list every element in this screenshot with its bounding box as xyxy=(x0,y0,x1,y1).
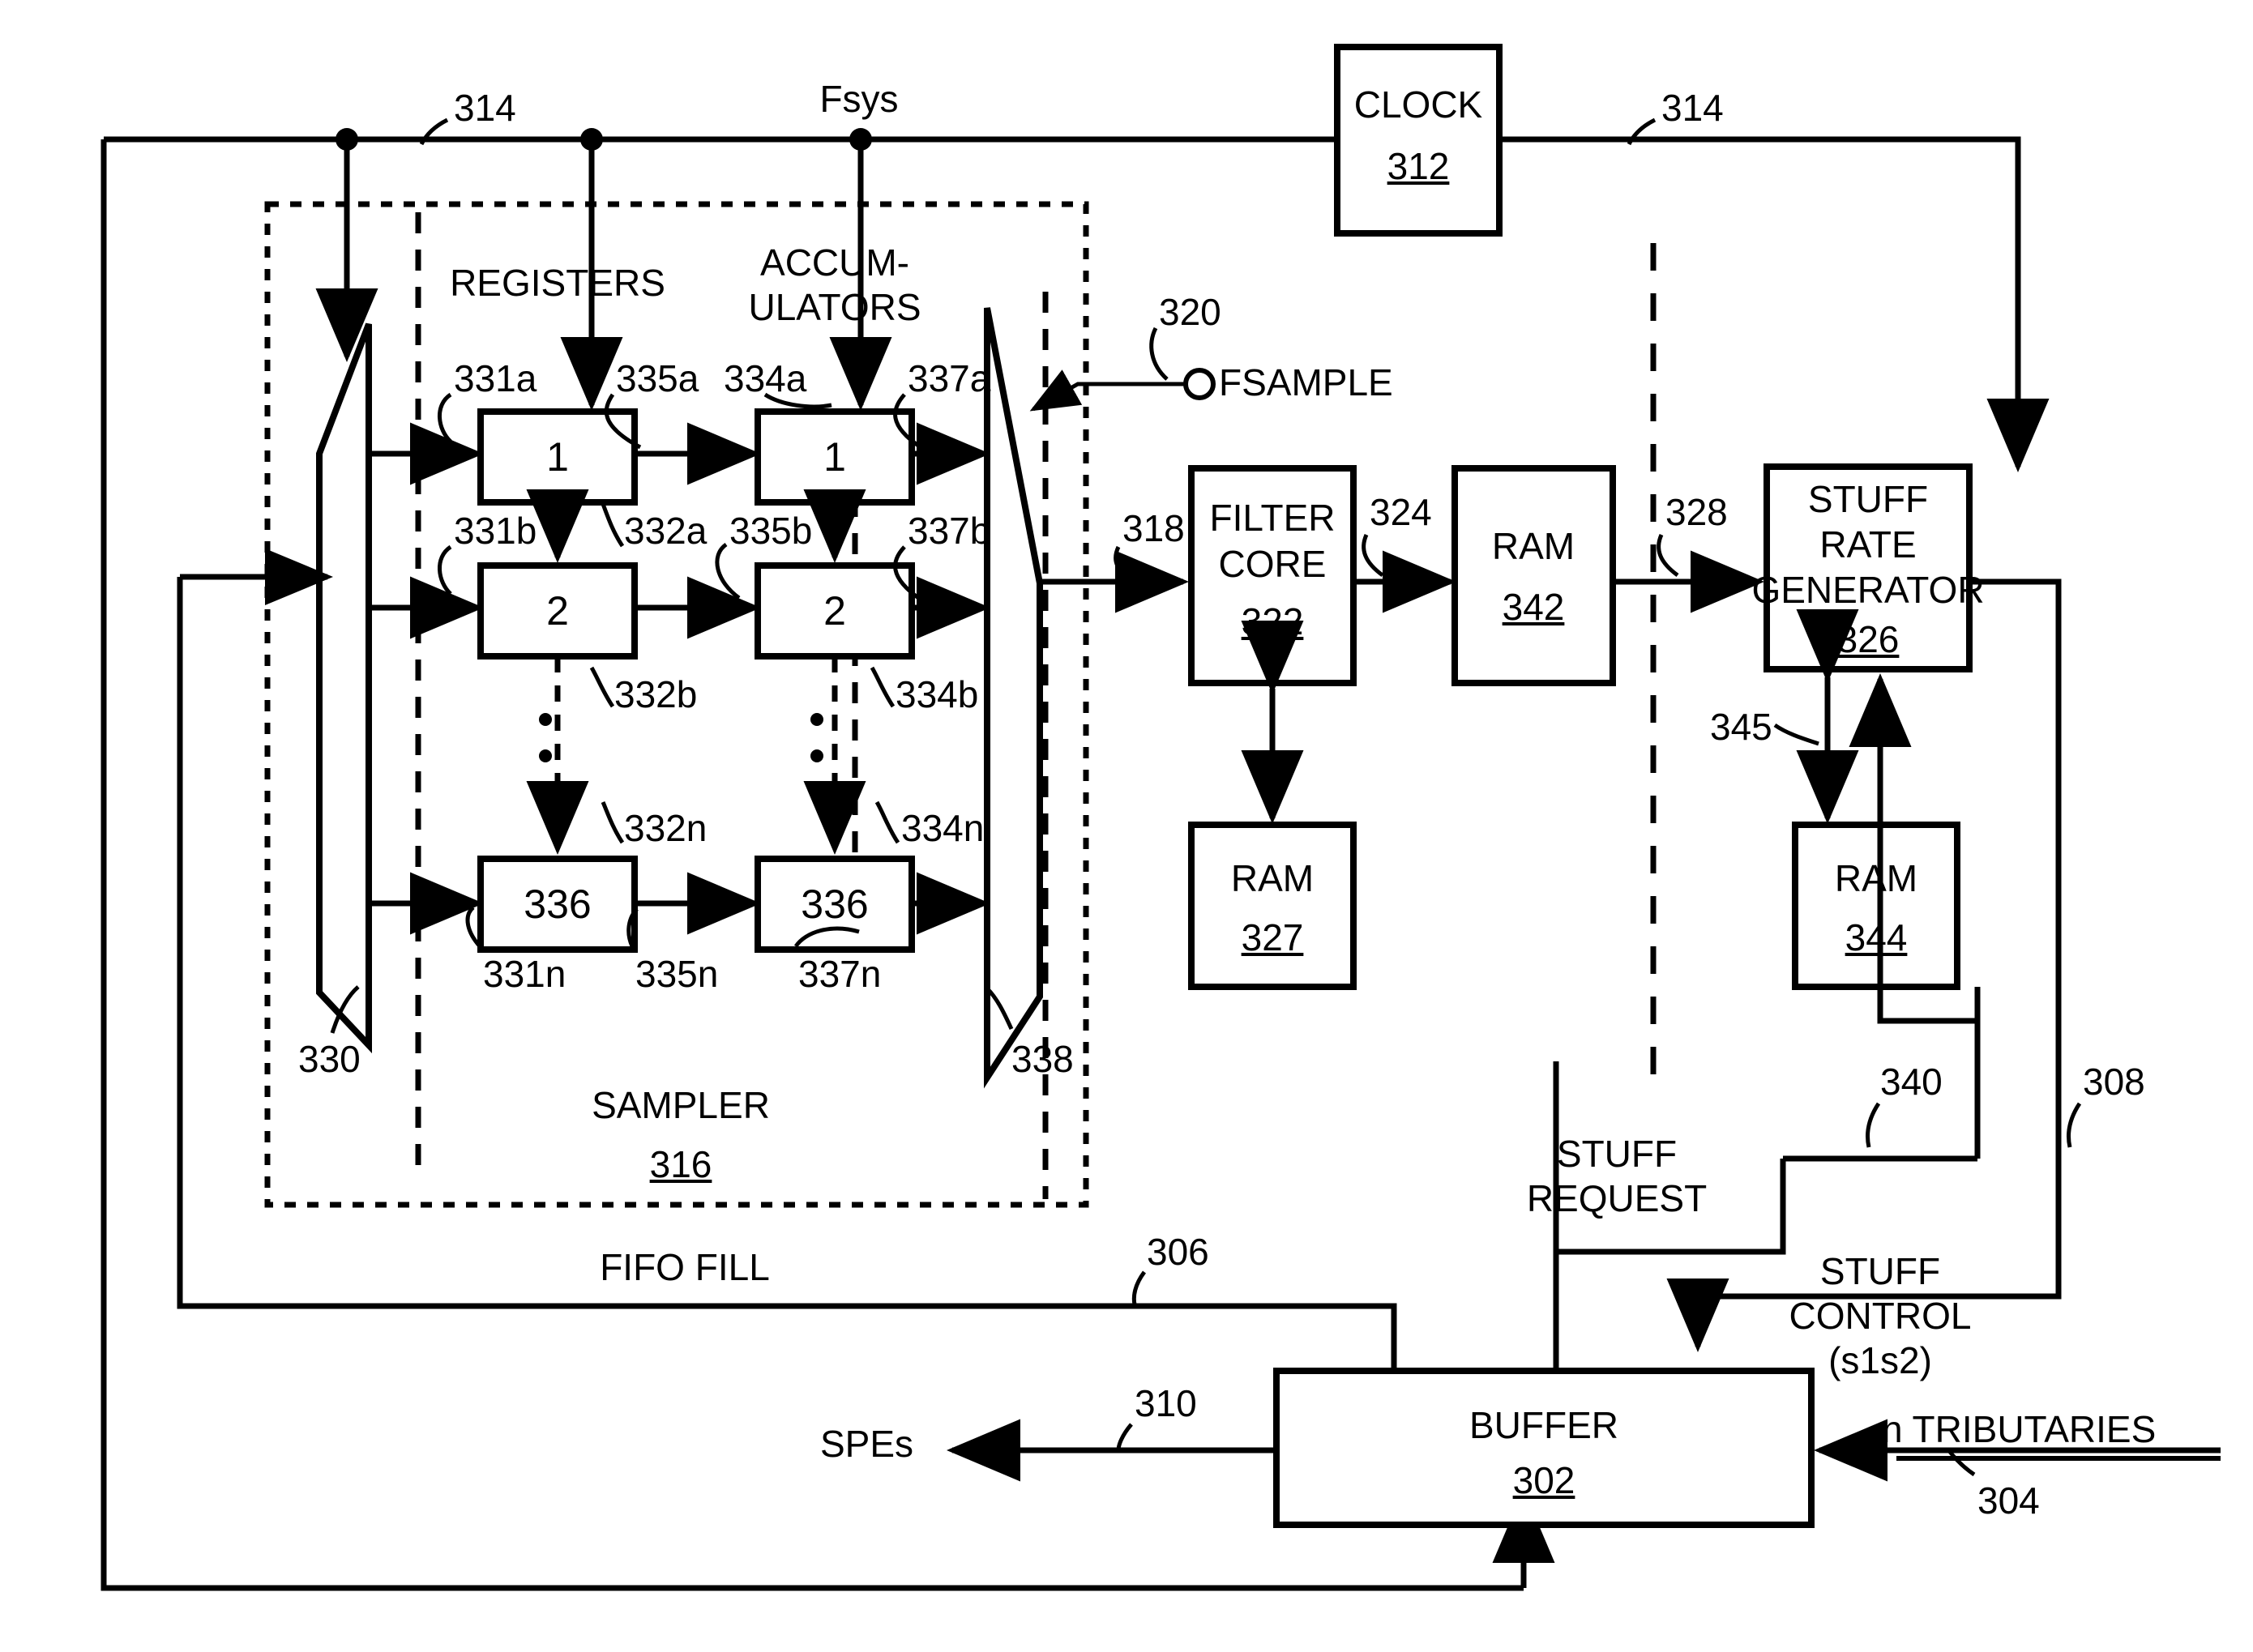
accumulator-label-2: 2 xyxy=(823,588,846,634)
ram-344-number: 344 xyxy=(1845,916,1908,958)
register-label-2: 2 xyxy=(546,588,569,634)
srg-title-2: RATE xyxy=(1819,523,1917,566)
diagram-lines xyxy=(100,44,2221,1591)
signal-fsample: FSAMPLE xyxy=(1219,361,1393,403)
ref-337a: 337a xyxy=(908,357,991,399)
fifo-fill-label: FIFO FILL xyxy=(600,1246,770,1288)
ref-330: 330 xyxy=(298,1038,361,1080)
ellipsis-dot-accumulators-3 xyxy=(810,786,823,799)
ram-342-number: 342 xyxy=(1502,586,1565,628)
filter-core-title-1: FILTER xyxy=(1209,497,1336,539)
spes-label: SPEs xyxy=(820,1423,914,1465)
stuff-control-label-2: CONTROL xyxy=(1789,1295,1972,1337)
clock-block xyxy=(1334,44,1503,237)
srg-number: 326 xyxy=(1836,618,1900,660)
fsample-terminal xyxy=(1183,368,1216,400)
input-mux xyxy=(316,322,372,1054)
stuff-control-label-1: STUFF xyxy=(1819,1250,1941,1292)
ram-327-title: RAM xyxy=(1230,857,1315,899)
filter-core-title-2: CORE xyxy=(1218,543,1327,585)
ref-337b: 337b xyxy=(908,510,991,552)
clock-title: CLOCK xyxy=(1353,83,1483,126)
srg-title-3: GENERATOR xyxy=(1751,569,1985,611)
ref-332a: 332a xyxy=(624,510,708,552)
stuff-request-label-2: REQUEST xyxy=(1526,1177,1708,1219)
ref-314-right: 314 xyxy=(1661,87,1724,129)
ref-338: 338 xyxy=(1011,1038,1074,1080)
ram-344-title: RAM xyxy=(1834,857,1918,899)
ref-306: 306 xyxy=(1147,1231,1209,1273)
ref-318: 318 xyxy=(1122,507,1185,549)
sampler-number: 316 xyxy=(649,1143,712,1185)
patent-figure-canvas: 314 314 Fsys CLOCK 312 REGISTERS ACCUM- … xyxy=(0,0,2253,1652)
ellipsis-dot-accumulators-1 xyxy=(810,713,823,726)
ram-342-title: RAM xyxy=(1491,525,1575,567)
buffer-title: BUFFER xyxy=(1469,1404,1618,1446)
ellipsis-dot-registers-2 xyxy=(539,749,552,762)
stuff-control-label-3: (s1s2) xyxy=(1828,1339,1932,1381)
accumulators-header-line1: ACCUM- xyxy=(760,241,909,284)
sampler-title: SAMPLER xyxy=(592,1084,770,1126)
ram-342-block xyxy=(1451,465,1616,686)
accumulator-label-n: 336 xyxy=(801,881,869,927)
ram-327-block xyxy=(1188,822,1357,990)
ref-332n: 332n xyxy=(624,807,708,849)
ref-335n: 335n xyxy=(635,953,719,995)
register-label-1: 1 xyxy=(546,434,569,480)
ref-340: 340 xyxy=(1880,1061,1943,1103)
accumulator-label-1: 1 xyxy=(823,434,846,480)
ref-320: 320 xyxy=(1159,291,1221,333)
ref-334b: 334b xyxy=(896,673,979,715)
ref-345: 345 xyxy=(1710,706,1772,748)
ref-308: 308 xyxy=(2083,1061,2145,1103)
ref-335a: 335a xyxy=(616,357,699,399)
ref-334n: 334n xyxy=(901,807,985,849)
output-mux xyxy=(984,307,1043,1089)
buffer-number: 302 xyxy=(1512,1459,1575,1501)
ref-331a: 331a xyxy=(454,357,537,399)
accumulators-header-line2: ULATORS xyxy=(748,286,921,328)
filter-core-number: 322 xyxy=(1241,600,1304,642)
ref-310: 310 xyxy=(1135,1382,1197,1424)
n-tributaries-label: n TRIBUTARIES xyxy=(1882,1408,2157,1450)
ellipsis-dot-registers-1 xyxy=(539,713,552,726)
ref-324: 324 xyxy=(1370,491,1432,533)
ram-344-block xyxy=(1792,822,1960,990)
register-label-n: 336 xyxy=(524,881,592,927)
ref-328: 328 xyxy=(1665,491,1728,533)
stuff-request-label-1: STUFF xyxy=(1556,1133,1678,1175)
clock-number: 312 xyxy=(1387,145,1450,187)
ellipsis-dot-registers-3 xyxy=(539,786,552,799)
ref-304: 304 xyxy=(1977,1479,2040,1522)
ref-334a: 334a xyxy=(724,357,807,399)
ref-332b: 332b xyxy=(614,673,698,715)
ref-337n: 337n xyxy=(798,953,882,995)
ref-331n: 331n xyxy=(483,953,566,995)
ref-331b: 331b xyxy=(454,510,537,552)
ellipsis-dot-accumulators-2 xyxy=(810,749,823,762)
ram-327-number: 327 xyxy=(1241,916,1304,958)
registers-header: REGISTERS xyxy=(450,262,665,304)
ref-335b: 335b xyxy=(729,510,813,552)
signal-fsys: Fsys xyxy=(819,78,899,120)
srg-title-1: STUFF xyxy=(1807,478,1929,520)
ref-314-left: 314 xyxy=(454,87,516,129)
